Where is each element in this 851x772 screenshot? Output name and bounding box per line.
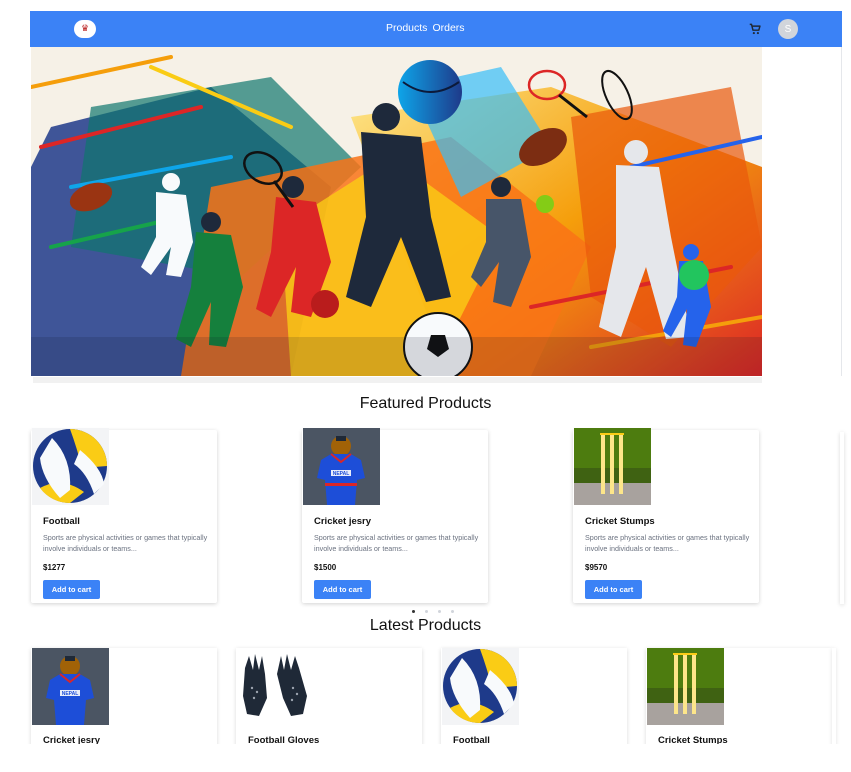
- product-price: $9570: [585, 563, 608, 572]
- product-price: $1500: [314, 563, 337, 572]
- product-name: Cricket Stumps: [585, 516, 655, 527]
- top-navbar: ♛ Products Orders S: [30, 11, 842, 47]
- volleyball-ball-image[interactable]: [32, 428, 109, 505]
- carousel-dot[interactable]: [425, 610, 428, 613]
- latest-products-title: Latest Products: [369, 617, 482, 634]
- nav-link-orders[interactable]: Orders: [432, 22, 464, 34]
- logo-glyph: ♛: [80, 23, 90, 34]
- page-bottom-edge: [0, 744, 851, 772]
- product-description: Sports are physical activities or games …: [314, 533, 479, 553]
- latest-product-card: Football Gloves: [236, 648, 422, 748]
- latest-product-card: Cricket Stumps: [646, 648, 832, 748]
- product-card: Football Sports are physical activities …: [31, 428, 217, 603]
- hero-edge: [841, 47, 842, 376]
- featured-products-title: Featured Products: [359, 395, 492, 412]
- hero-banner: [31, 47, 762, 376]
- cricket-stumps-image[interactable]: [647, 648, 724, 725]
- nepal-cricket-jersey-image[interactable]: NEPAL: [32, 648, 109, 725]
- latest-card-partial: [832, 648, 836, 748]
- product-price: $1277: [43, 563, 66, 572]
- latest-product-card: Football: [441, 648, 627, 748]
- hero-divider: [33, 377, 762, 383]
- shopping-cart-icon[interactable]: [748, 22, 762, 36]
- carousel-dot[interactable]: [451, 610, 454, 613]
- latest-product-card: NEPAL Cricket jesry: [31, 648, 217, 748]
- product-name: Football: [43, 516, 80, 527]
- add-to-cart-button[interactable]: Add to cart: [314, 580, 371, 599]
- product-description: Sports are physical activities or games …: [585, 533, 750, 553]
- nav-links: Products Orders: [386, 22, 465, 34]
- nepal-cricket-jersey-image[interactable]: NEPAL: [303, 428, 380, 505]
- carousel-dot[interactable]: [438, 610, 441, 613]
- volleyball-ball-image[interactable]: [442, 648, 519, 725]
- product-card: NEPAL Cricket jesry Sports are physical …: [302, 428, 488, 603]
- carousel-dots: [412, 610, 454, 613]
- svg-text:NEPAL: NEPAL: [333, 471, 350, 477]
- product-description: Sports are physical activities or games …: [43, 533, 208, 553]
- cricket-stumps-image[interactable]: [574, 428, 651, 505]
- sports-collage-banner: [31, 47, 762, 376]
- product-card-partial: [840, 432, 844, 604]
- add-to-cart-button[interactable]: Add to cart: [43, 580, 100, 599]
- product-name: Cricket jesry: [314, 516, 372, 527]
- nav-link-products[interactable]: Products: [386, 22, 427, 34]
- user-avatar[interactable]: S: [778, 19, 798, 39]
- add-to-cart-button[interactable]: Add to cart: [585, 580, 642, 599]
- carousel-dot[interactable]: [412, 610, 415, 613]
- svg-text:NEPAL: NEPAL: [62, 691, 79, 697]
- product-card: Cricket Stumps Sports are physical activ…: [573, 428, 759, 603]
- brand-logo-icon[interactable]: ♛: [74, 20, 96, 38]
- football-gloves-image[interactable]: [237, 648, 314, 725]
